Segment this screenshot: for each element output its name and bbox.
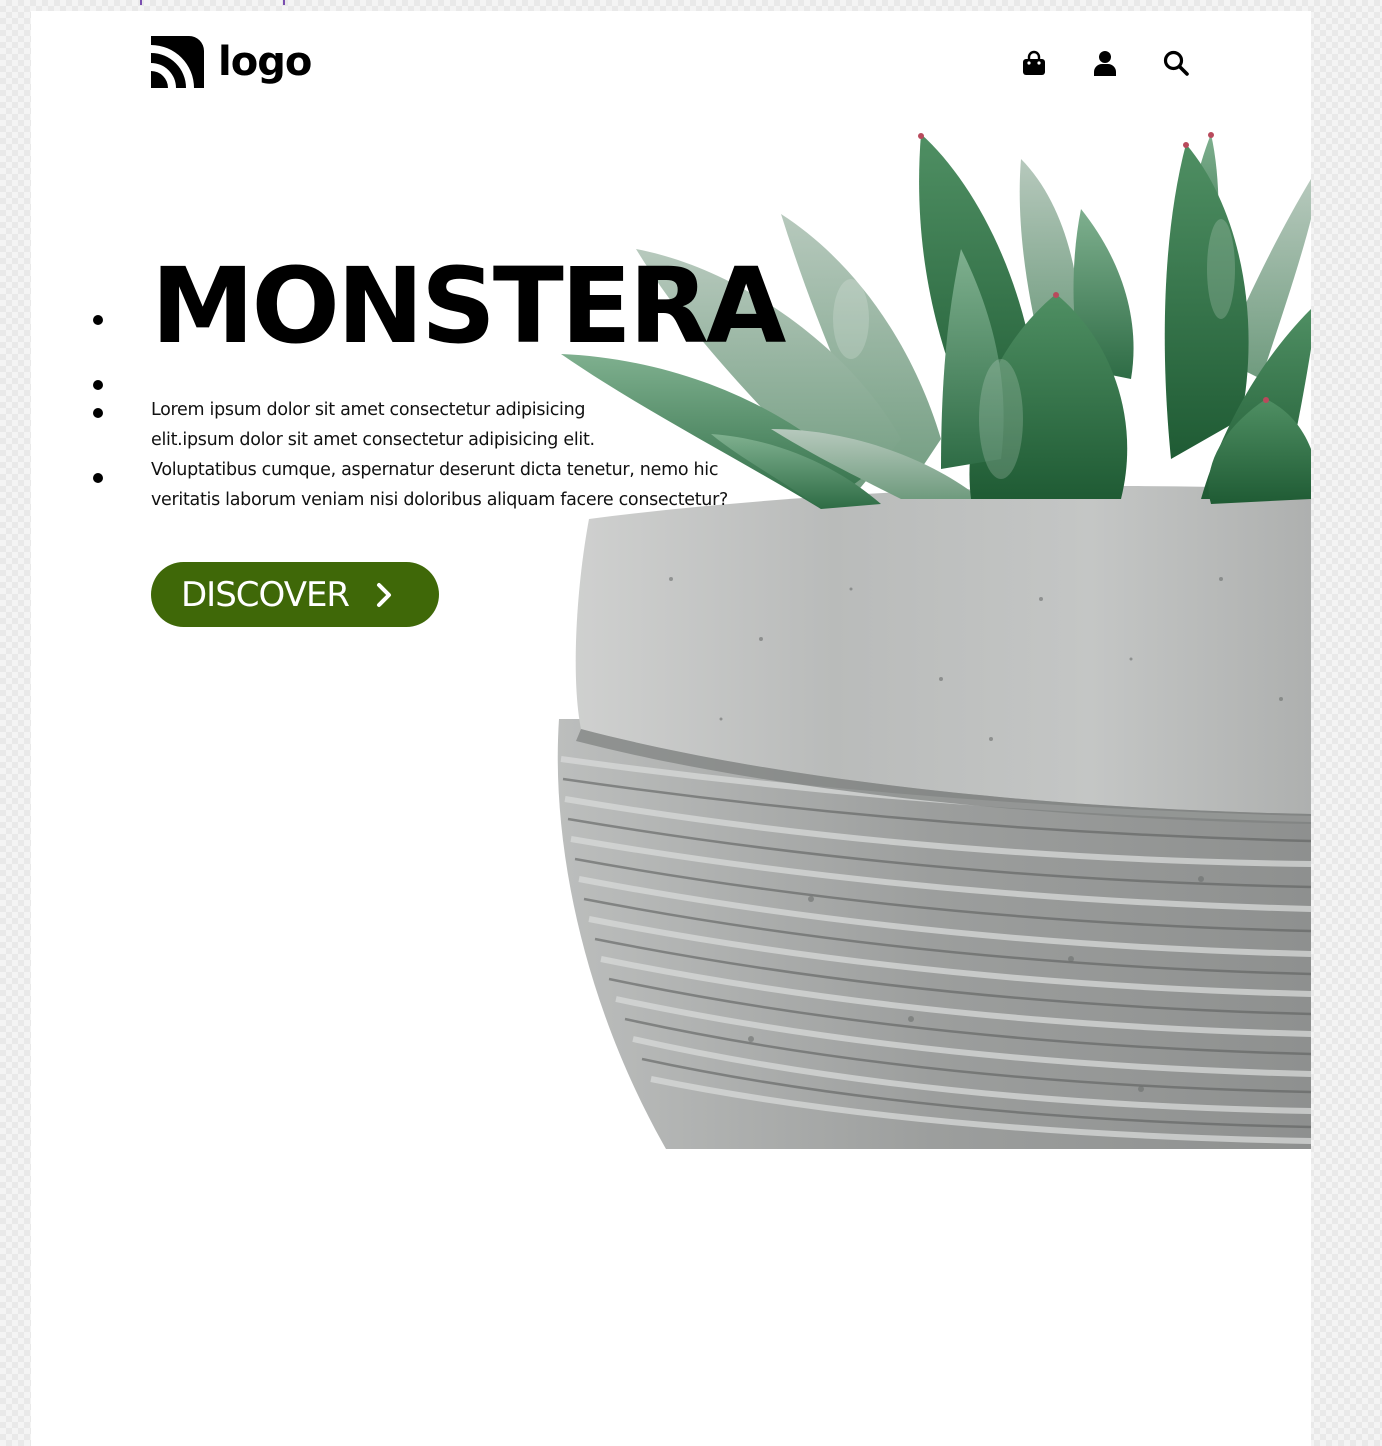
slide-dot-3[interactable] bbox=[93, 408, 103, 418]
slide-dot-2[interactable] bbox=[93, 380, 103, 390]
hero-description-line: veritatis laborum veniam nisi doloribus … bbox=[151, 490, 728, 510]
user-icon[interactable] bbox=[1090, 48, 1120, 78]
page: logo MONSTERA Lorem ipsum dolor sit amet… bbox=[31, 11, 1311, 1446]
logo[interactable]: logo bbox=[151, 36, 312, 88]
hero-description: Lorem ipsum dolor sit amet consectetur a… bbox=[151, 395, 771, 515]
hero-description-line: Voluptatibus cumque, aspernatur deserunt… bbox=[151, 460, 719, 480]
cropped-element-fragment bbox=[140, 0, 285, 5]
logo-text: logo bbox=[218, 39, 312, 85]
slide-dot-1[interactable] bbox=[93, 315, 103, 325]
shopping-bag-icon[interactable] bbox=[1019, 48, 1049, 78]
discover-button-label: DISCOVER bbox=[181, 574, 350, 615]
hero-description-line: Lorem ipsum dolor sit amet consectetur a… bbox=[151, 400, 586, 420]
slide-dot-4[interactable] bbox=[93, 473, 103, 483]
hero-description-line: elit.ipsum dolor sit amet consectetur ad… bbox=[151, 430, 595, 450]
logo-mark-icon bbox=[151, 36, 204, 88]
chevron-right-icon bbox=[373, 582, 395, 608]
header-nav bbox=[1019, 48, 1191, 78]
discover-button[interactable]: DISCOVER bbox=[151, 562, 439, 627]
hero-title: MONSTERA bbox=[151, 245, 786, 367]
search-icon[interactable] bbox=[1161, 48, 1191, 78]
